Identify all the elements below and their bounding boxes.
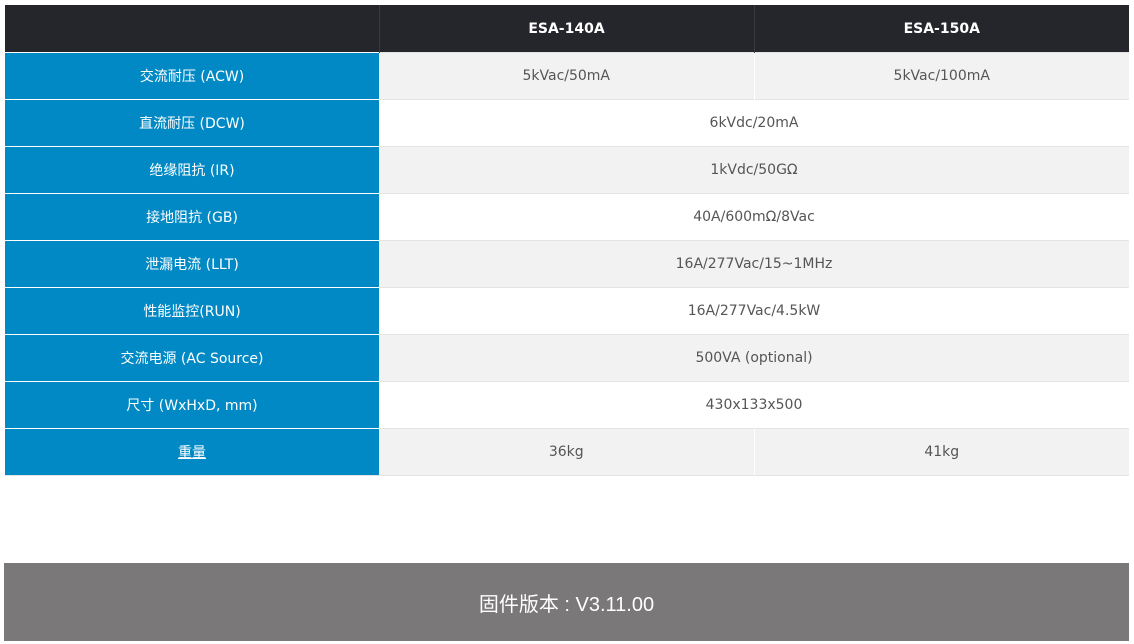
value-weight-esa-150a: 41kg xyxy=(753,428,1129,476)
row-label-gb: 接地阻抗 (GB) xyxy=(5,193,379,241)
value-weight-esa-140a: 36kg xyxy=(379,428,754,476)
model-b-header: ESA-150A xyxy=(753,5,1129,53)
table-row-dcw: 直流耐压 (DCW) 6kVdc/20mA xyxy=(5,99,1129,147)
header-corner-cell xyxy=(5,5,379,53)
value-llt: 16A/277Vac/15~1MHz xyxy=(379,240,1129,288)
value-run: 16A/277Vac/4.5kW xyxy=(379,287,1129,335)
spec-table: ESA-140A ESA-150A 交流耐压 (ACW) 5kVac/50mA … xyxy=(5,5,1129,476)
value-dimensions: 430x133x500 xyxy=(379,381,1129,429)
model-a-header: ESA-140A xyxy=(378,5,754,53)
table-row-weight: 重量 36kg 41kg xyxy=(5,428,1129,476)
table-row-dimensions: 尺寸 (WxHxD, mm) 430x133x500 xyxy=(5,381,1129,429)
weight-label-link[interactable]: 重量 xyxy=(178,445,206,461)
row-label-ac-source: 交流电源 (AC Source) xyxy=(5,334,379,382)
value-ir: 1kVdc/50GΩ xyxy=(379,146,1129,194)
value-gb: 40A/600mΩ/8Vac xyxy=(379,193,1129,241)
table-row-ac-source: 交流电源 (AC Source) 500VA (optional) xyxy=(5,334,1129,382)
spec-table-body: 交流耐压 (ACW) 5kVac/50mA 5kVac/100mA 直流耐压 (… xyxy=(5,52,1129,476)
row-label-ir: 绝缘阻抗 (IR) xyxy=(5,146,379,194)
table-row-llt: 泄漏电流 (LLT) 16A/277Vac/15~1MHz xyxy=(5,240,1129,288)
value-dcw: 6kVdc/20mA xyxy=(379,99,1129,147)
header-row: ESA-140A ESA-150A xyxy=(5,5,1129,53)
spec-table-header: ESA-140A ESA-150A xyxy=(5,5,1129,53)
firmware-version-bar: 固件版本 : V3.11.00 xyxy=(4,563,1129,641)
table-row-acw: 交流耐压 (ACW) 5kVac/50mA 5kVac/100mA xyxy=(5,52,1129,100)
row-label-dimensions: 尺寸 (WxHxD, mm) xyxy=(5,381,379,429)
firmware-version-text: 固件版本 : V3.11.00 xyxy=(478,593,655,616)
row-label-llt: 泄漏电流 (LLT) xyxy=(5,240,379,288)
table-row-run: 性能监控(RUN) 16A/277Vac/4.5kW xyxy=(5,287,1129,335)
value-acw-esa-140a: 5kVac/50mA xyxy=(379,52,754,100)
row-label-run: 性能监控(RUN) xyxy=(5,287,379,335)
table-row-gb: 接地阻抗 (GB) 40A/600mΩ/8Vac xyxy=(5,193,1129,241)
row-label-weight[interactable]: 重量 xyxy=(5,428,379,476)
row-label-dcw: 直流耐压 (DCW) xyxy=(5,99,379,147)
value-acw-esa-150a: 5kVac/100mA xyxy=(753,52,1129,100)
value-ac-source: 500VA (optional) xyxy=(379,334,1129,382)
row-label-acw: 交流耐压 (ACW) xyxy=(5,52,379,100)
table-row-ir: 绝缘阻抗 (IR) 1kVdc/50GΩ xyxy=(5,146,1129,194)
